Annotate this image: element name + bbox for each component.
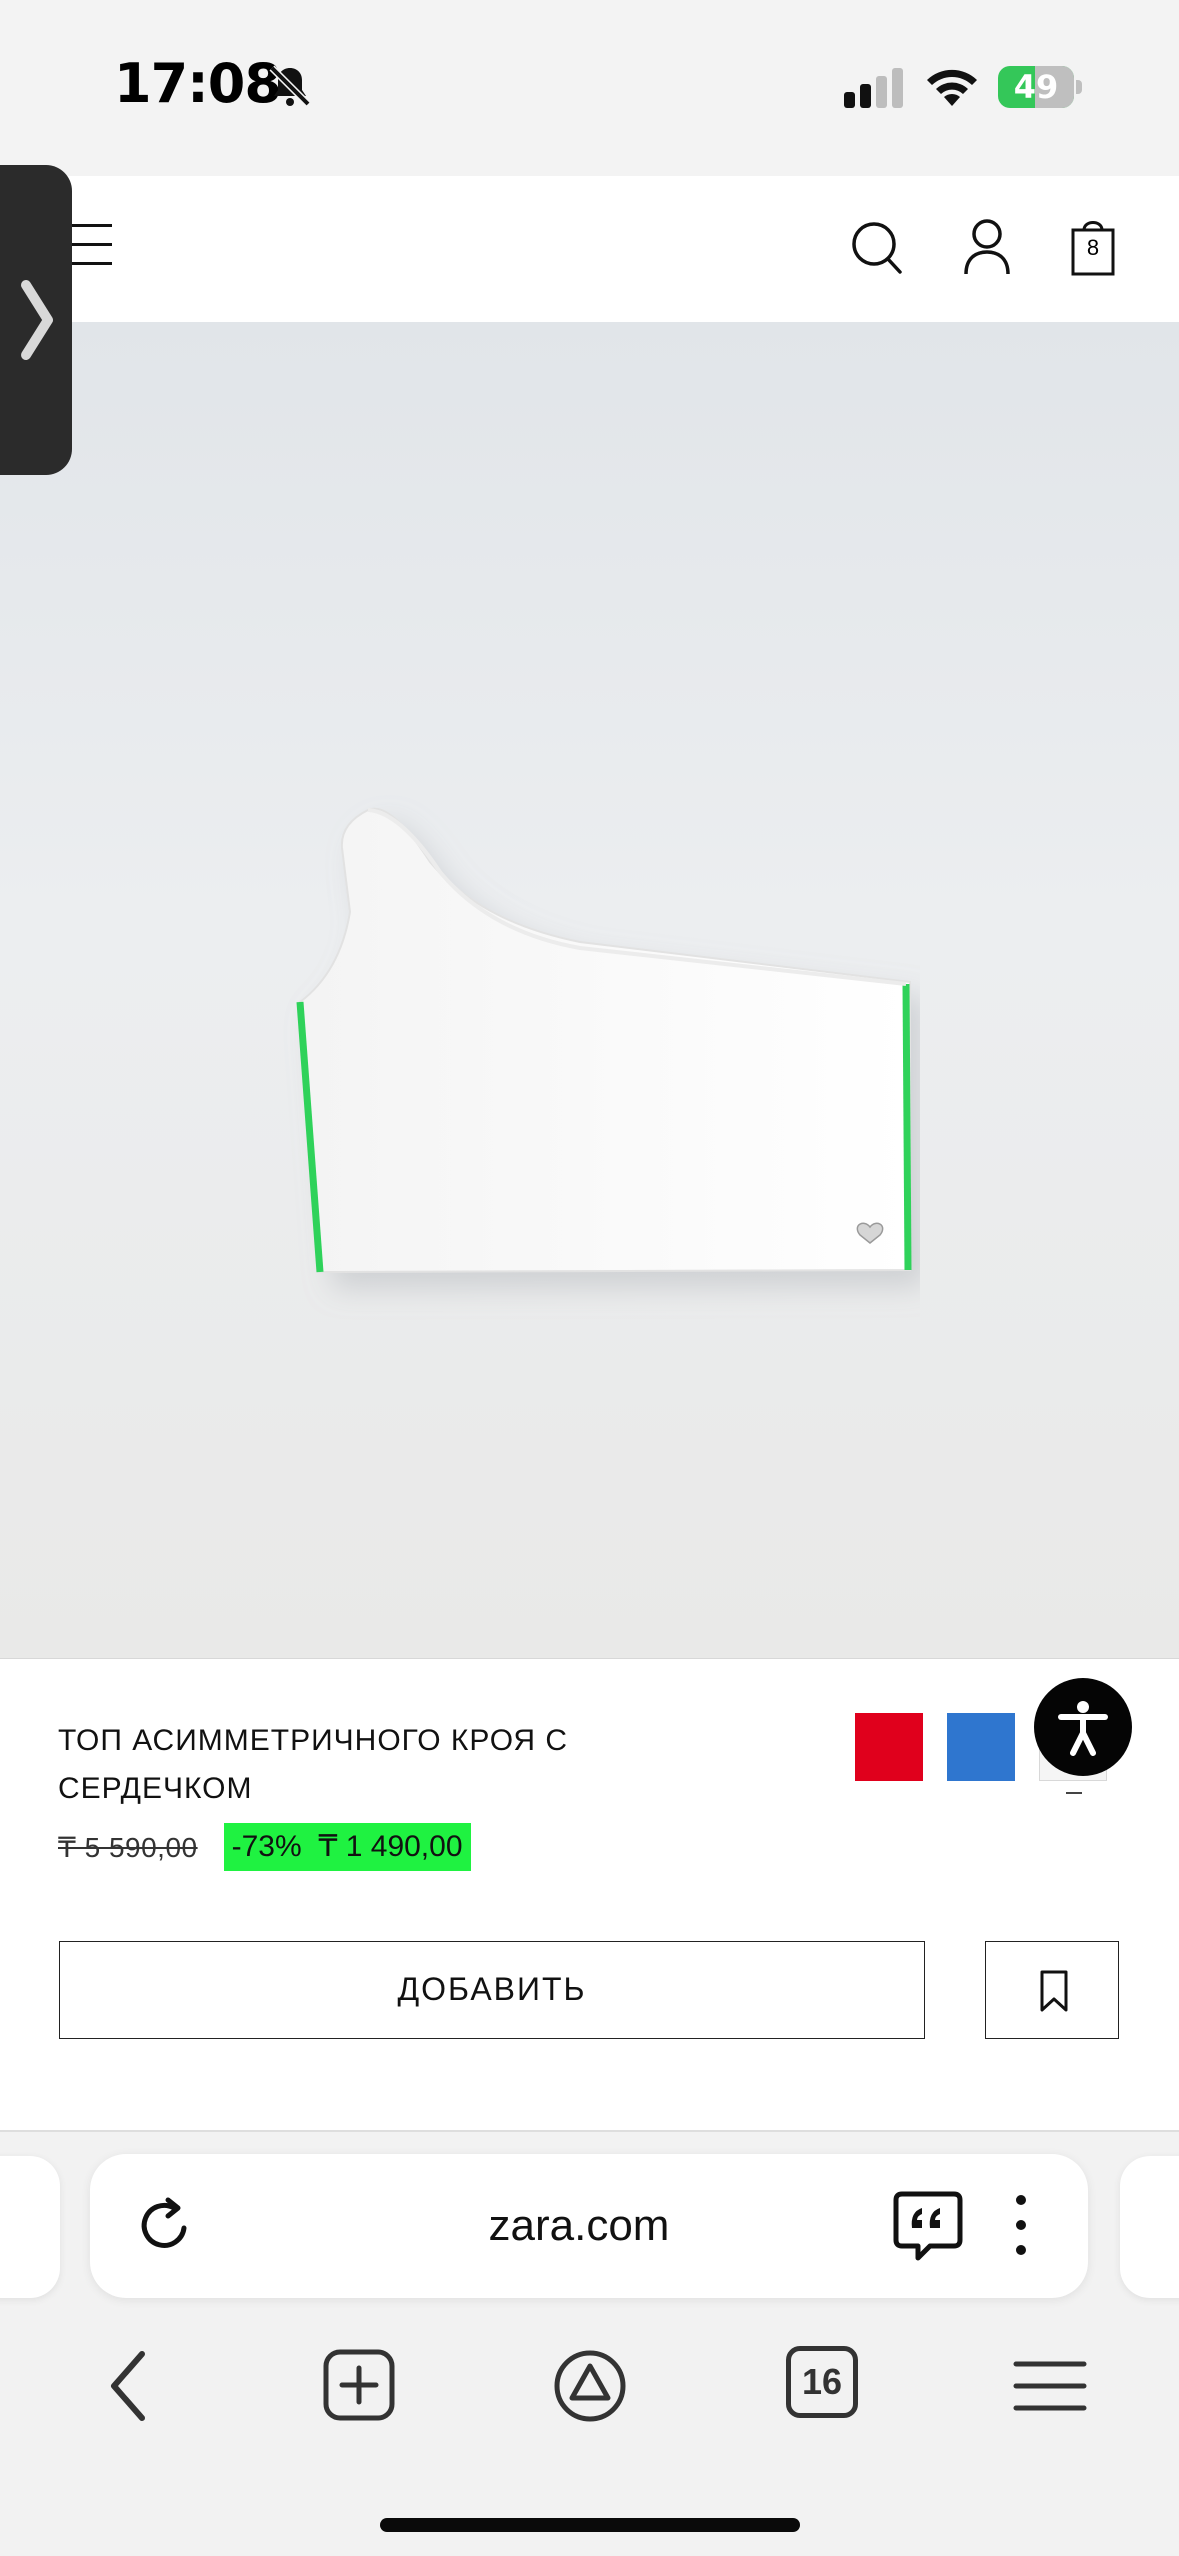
- search-icon[interactable]: [848, 214, 906, 278]
- color-swatch-red[interactable]: [855, 1713, 923, 1781]
- chevron-right-icon: [21, 280, 53, 360]
- plus-square-icon[interactable]: [320, 2346, 400, 2426]
- assistant-icon[interactable]: [550, 2346, 630, 2426]
- back-chevron-icon[interactable]: [92, 2346, 172, 2426]
- side-panel-toggle[interactable]: [0, 165, 72, 475]
- sale-tag: -73% ₸ 1 490,00: [223, 1823, 471, 1871]
- product-photo-top: [296, 807, 912, 1274]
- address-bar[interactable]: zara.com: [90, 2154, 1088, 2298]
- tab-count: 16: [786, 2346, 858, 2418]
- status-bar: 17:08 49: [0, 0, 1179, 176]
- bookmark-icon: [1040, 1970, 1068, 2012]
- product-image[interactable]: [0, 322, 1179, 1776]
- site-header: 8: [0, 176, 1179, 322]
- battery-level: 49: [1013, 68, 1059, 106]
- accessibility-button[interactable]: [1034, 1678, 1132, 1776]
- add-to-cart-button[interactable]: ДОБАВИТЬ: [59, 1941, 925, 2039]
- color-swatch-blue[interactable]: [947, 1713, 1015, 1781]
- tabs-button[interactable]: 16: [786, 2346, 866, 2426]
- browser-bottom-nav: 16: [0, 2300, 1179, 2460]
- sale-price: ₸ 1 490,00: [318, 1830, 463, 1863]
- cellular-signal-icon: [844, 68, 903, 108]
- accessibility-icon: [1058, 1701, 1108, 1756]
- product-info: ТОП АСИММЕТРИЧНОГО КРОЯ С СЕРДЕЧКОМ ₸ 5 …: [0, 1658, 1179, 2130]
- previous-tab-peek[interactable]: [0, 2156, 60, 2298]
- reload-icon[interactable]: [134, 2194, 198, 2258]
- status-time: 17:08: [114, 52, 282, 115]
- home-indicator[interactable]: [380, 2518, 800, 2532]
- quote-bubble-icon[interactable]: [890, 2188, 966, 2264]
- bell-slash-icon: [269, 65, 311, 107]
- more-vertical-icon[interactable]: [1006, 2190, 1036, 2260]
- bookmark-button[interactable]: [985, 1941, 1119, 2039]
- old-price: ₸ 5 590,00: [58, 1831, 198, 1863]
- user-icon[interactable]: [958, 214, 1016, 278]
- wifi-icon: [927, 69, 977, 106]
- battery-charging-icon: 49: [998, 66, 1082, 108]
- next-tab-peek[interactable]: [1120, 2156, 1179, 2298]
- product-title: ТОП АСИММЕТРИЧНОГО КРОЯ С СЕРДЕЧКОМ: [58, 1724, 569, 1805]
- shopping-bag-icon[interactable]: 8: [1066, 214, 1124, 278]
- discount-percent: -73%: [231, 1830, 302, 1863]
- menu-icon[interactable]: [1010, 2346, 1090, 2426]
- price-row: ₸ 5 590,00 -73% ₸ 1 490,00: [58, 1823, 471, 1871]
- cart-count: 8: [1086, 235, 1100, 260]
